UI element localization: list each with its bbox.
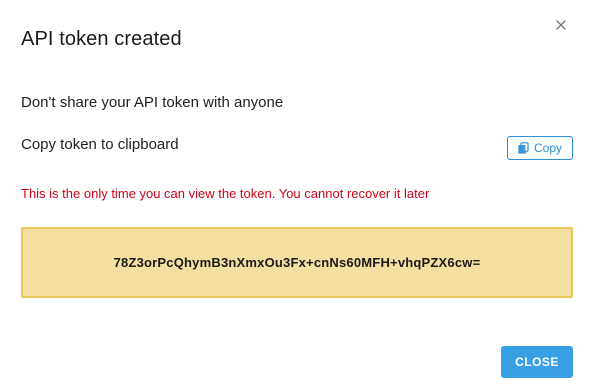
token-privacy-notice: Don't share your API token with anyone — [21, 94, 284, 111]
copy-token-label: Copy token to clipboard — [21, 136, 179, 153]
dialog-title: API token created — [21, 28, 182, 50]
copy-button-label: Copy — [533, 141, 562, 155]
api-token-dialog: API token created Don't share your API t… — [0, 0, 591, 389]
token-display: 78Z3orPcQhymB3nXmxOu3Fx+cnNs60MFH+vhqPZX… — [21, 227, 573, 298]
copy-button[interactable]: Copy — [507, 136, 573, 160]
clipboard-icon — [518, 142, 529, 154]
token-value: 78Z3orPcQhymB3nXmxOu3Fx+cnNs60MFH+vhqPZX… — [113, 255, 481, 270]
warning-message: This is the only time you can view the t… — [21, 186, 430, 201]
close-icon[interactable] — [553, 17, 569, 33]
close-button[interactable]: CLOSE — [501, 346, 573, 378]
